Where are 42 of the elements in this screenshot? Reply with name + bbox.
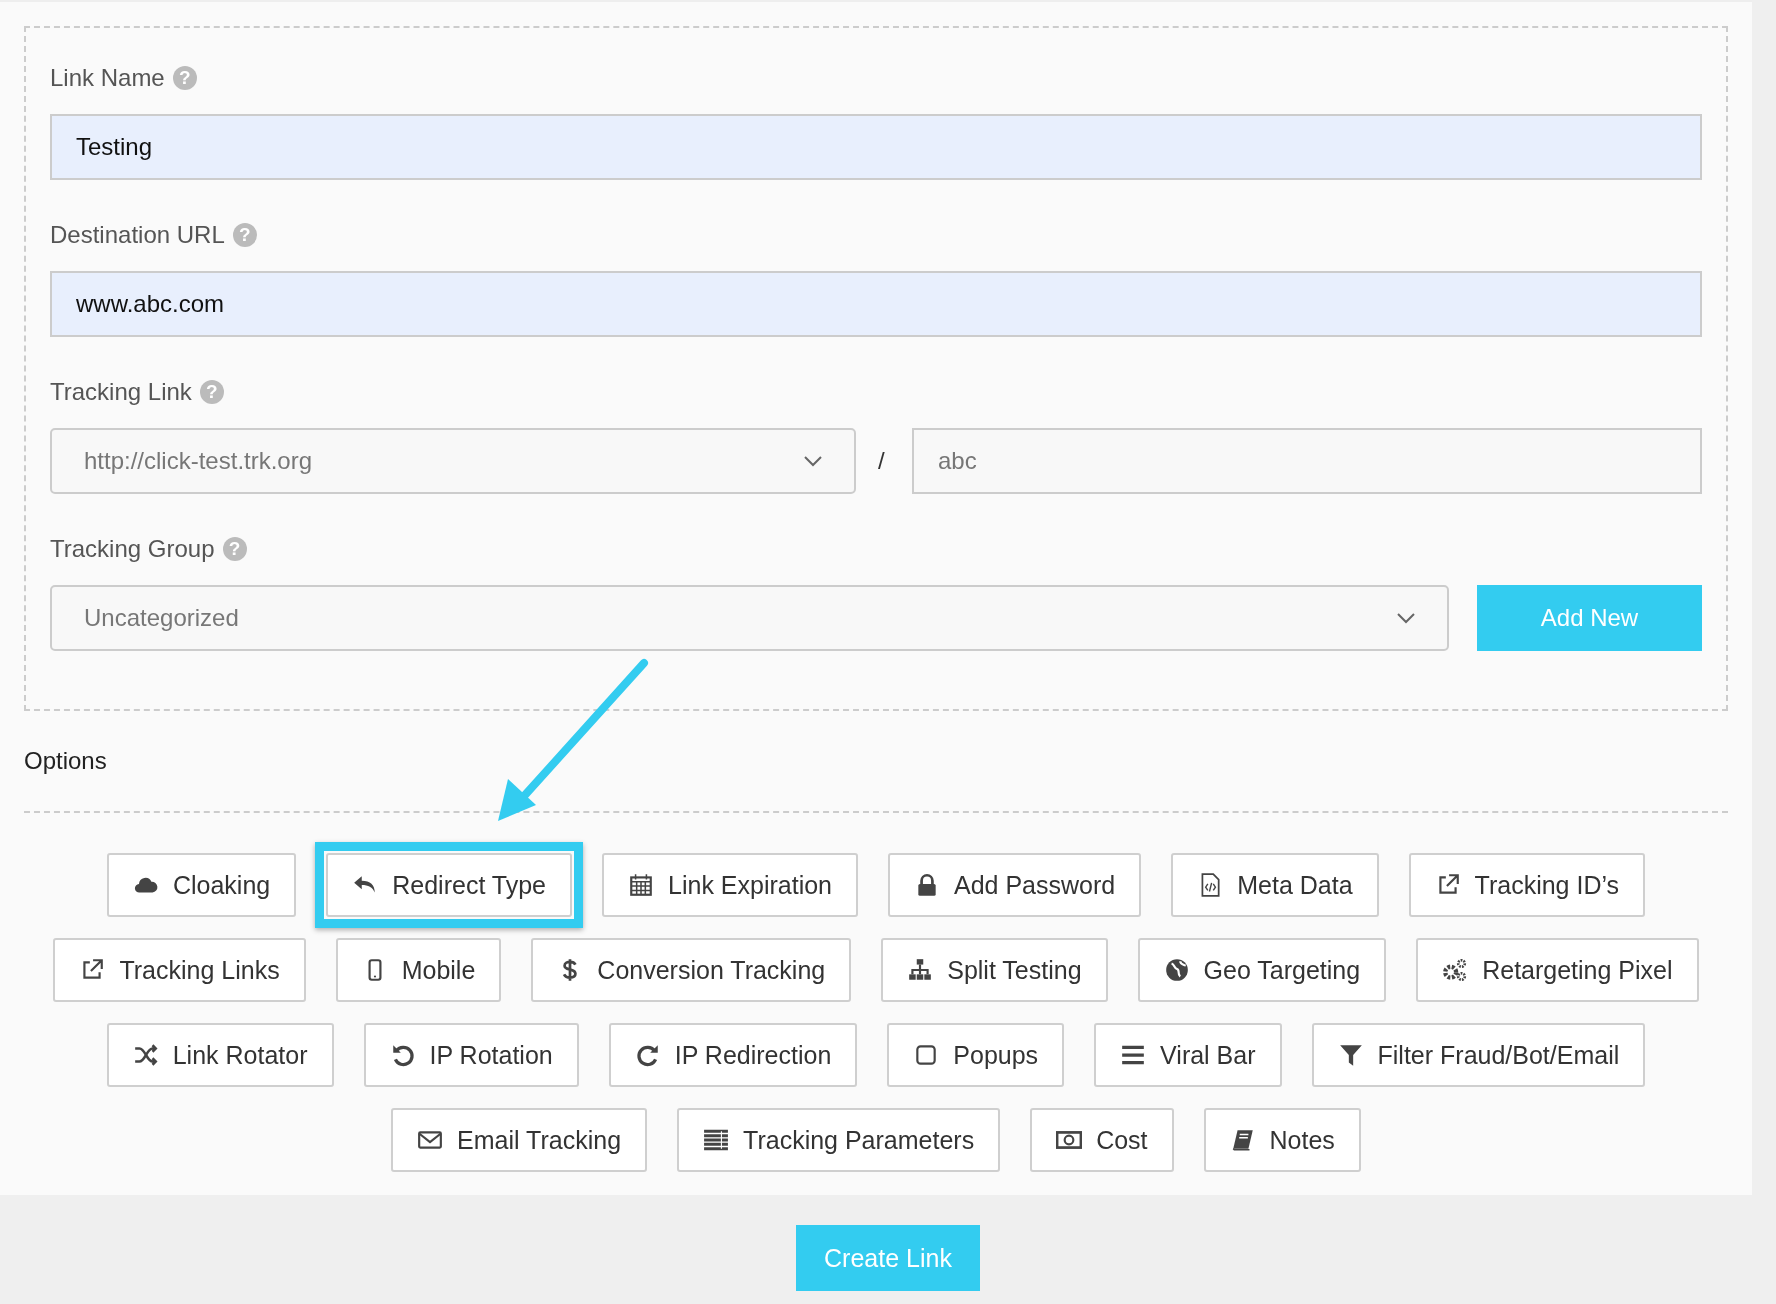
option-button[interactable]: Mobile [335,938,502,1002]
chevron-down-icon [804,455,822,467]
option-button[interactable]: Filter Fraud/Bot/Email [1311,1023,1646,1087]
text-field[interactable]: www.abc.com [50,271,1702,337]
chevron-down-icon [1397,612,1415,624]
dropdown[interactable]: Uncategorized [50,585,1449,651]
field-label: Tracking Group [50,535,215,563]
option-button[interactable]: Retargeting Pixel [1416,938,1699,1002]
option-button[interactable]: Tracking ID’s [1408,853,1646,917]
option-button[interactable]: Redirect Type [326,853,573,917]
option-button[interactable]: Link Expiration [602,853,858,917]
sitemap-icon [907,957,934,983]
field-label: Link Name [50,64,165,92]
option-button[interactable]: Cloaking [106,853,297,917]
field-label: Destination URL [50,221,225,249]
globe-icon [1163,957,1190,983]
option-button[interactable]: Cost [1030,1108,1174,1172]
option-button[interactable]: Add Password [888,853,1142,917]
option-button[interactable]: Split Testing [881,938,1108,1002]
dropdown[interactable]: http://click-test.trk.org [50,428,856,494]
field-label: Tracking Link [50,378,192,406]
redo-icon [634,1042,661,1068]
option-button[interactable]: Email Tracking [391,1108,648,1172]
option-button[interactable]: Link Rotator [106,1023,334,1087]
text-field[interactable]: Testing [50,114,1702,180]
option-button[interactable]: Geo Targeting [1137,938,1387,1002]
shuffle-icon [132,1042,159,1068]
option-button[interactable]: IP Rotation [363,1023,579,1087]
option-button[interactable]: Notes [1203,1108,1361,1172]
options-heading: Options [24,747,108,776]
calendar-icon [628,872,655,898]
option-button[interactable]: Tracking Parameters [677,1108,1001,1172]
separator: / [878,447,886,475]
option-button[interactable]: Tracking Links [53,938,306,1002]
server-icon [703,1127,730,1153]
text-field[interactable]: abc [912,428,1702,494]
option-button[interactable]: Viral Bar [1094,1023,1282,1087]
option-button[interactable]: IP Redirection [608,1023,858,1087]
option-button[interactable]: Popups [887,1023,1065,1087]
funnel-icon [1337,1042,1364,1068]
option-button[interactable]: Conversion Tracking [531,938,852,1002]
option-button[interactable]: Meta Data [1171,853,1379,917]
